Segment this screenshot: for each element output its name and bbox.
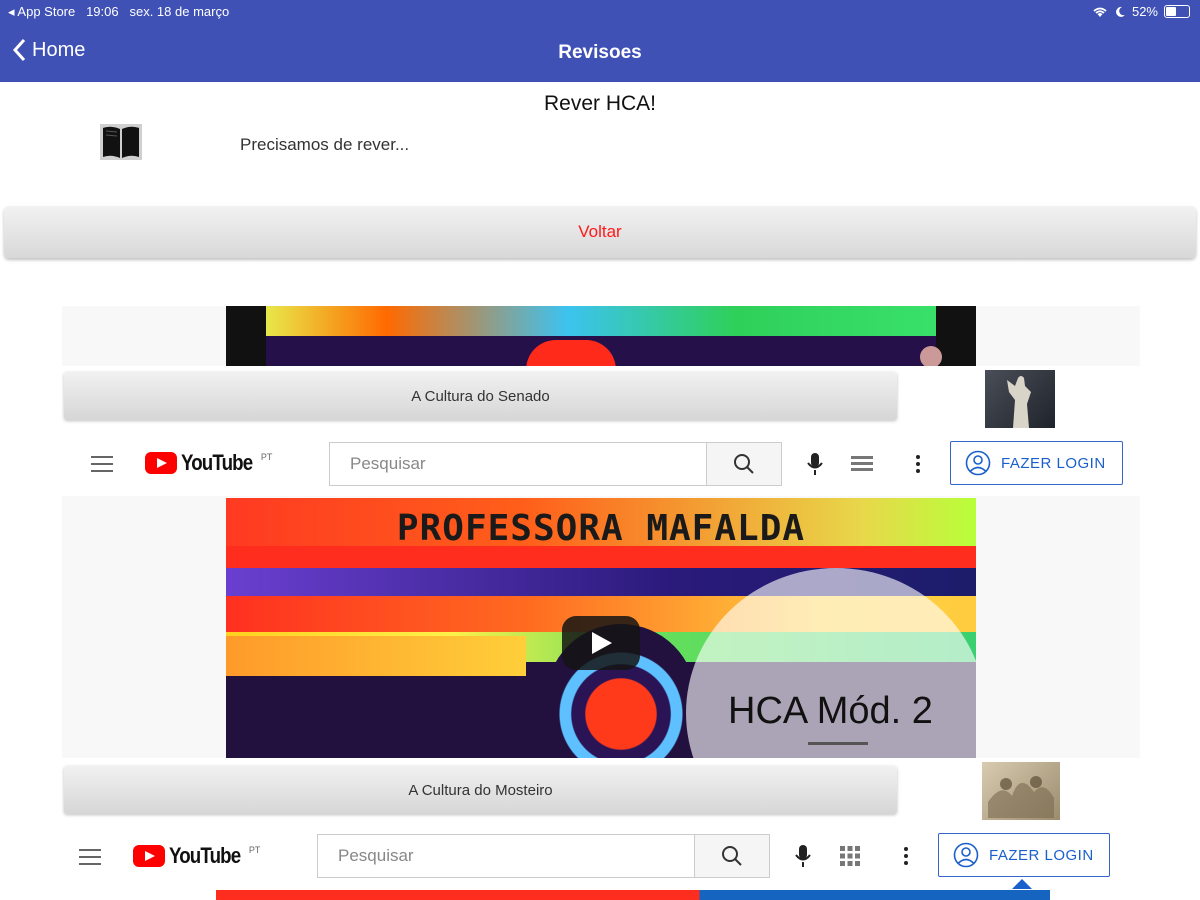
more-vert-icon bbox=[916, 455, 920, 473]
search-button[interactable] bbox=[706, 443, 781, 485]
battery-icon bbox=[1164, 5, 1190, 18]
moon-icon bbox=[1116, 6, 1125, 17]
apps-button[interactable] bbox=[847, 449, 877, 479]
youtube-wordmark: YouTube bbox=[169, 843, 241, 868]
user-circle-icon bbox=[953, 842, 979, 868]
voltar-button[interactable]: Voltar bbox=[4, 206, 1196, 258]
play-icon[interactable] bbox=[562, 616, 640, 670]
video-button-senado[interactable]: A Cultura do Senado bbox=[64, 372, 897, 420]
video-button-mosteiro[interactable]: A Cultura do Mosteiro bbox=[64, 766, 897, 814]
mic-icon bbox=[795, 845, 811, 867]
search-input[interactable] bbox=[330, 453, 706, 475]
nav-title: Revisoes bbox=[558, 42, 642, 63]
hamburger-icon[interactable] bbox=[91, 456, 113, 472]
login-label: FAZER LOGIN bbox=[989, 846, 1094, 864]
youtube-play-icon bbox=[133, 845, 165, 867]
status-carrier: ◂ App Store bbox=[8, 4, 76, 19]
youtube-country: PT bbox=[248, 845, 261, 855]
mic-button[interactable] bbox=[788, 841, 818, 871]
statue-thumbnail bbox=[985, 370, 1055, 428]
wifi-icon bbox=[1093, 7, 1107, 17]
more-vert-icon bbox=[904, 847, 908, 865]
video-title: PROFESSORA MAFALDA bbox=[396, 508, 806, 549]
login-label: FAZER LOGIN bbox=[1001, 454, 1106, 472]
mic-icon bbox=[807, 453, 823, 475]
status-date: sex. 18 de março bbox=[129, 4, 230, 19]
apps-button[interactable] bbox=[835, 841, 865, 871]
search-button[interactable] bbox=[694, 835, 769, 877]
hamburger-icon[interactable] bbox=[79, 849, 101, 865]
more-button[interactable] bbox=[903, 449, 933, 479]
video-thumbnail-2[interactable]: PROFESSORA MAFALDA HCA Mód. 2 bbox=[226, 498, 976, 758]
youtube-search bbox=[317, 834, 770, 878]
youtube-country: PT bbox=[260, 452, 273, 462]
status-time: 19:06 bbox=[86, 4, 119, 19]
youtube-play-icon bbox=[145, 452, 177, 474]
page-title: Rever HCA! bbox=[543, 92, 657, 115]
video-overlay-label: HCA Mód. 2 bbox=[728, 690, 933, 732]
nav-bar: ◂ App Store 19:06 sex. 18 de março 52% H… bbox=[0, 0, 1200, 82]
tooltip-arrow bbox=[1012, 879, 1032, 889]
grid-icon bbox=[840, 846, 860, 866]
status-right: 52% bbox=[1092, 4, 1190, 19]
search-icon bbox=[722, 846, 742, 866]
search-icon bbox=[734, 454, 754, 474]
search-input[interactable] bbox=[318, 845, 694, 867]
page-text: Precisamos de rever... bbox=[240, 135, 410, 154]
video-thumbnail-3[interactable] bbox=[216, 890, 1050, 900]
battery-percent: 52% bbox=[1131, 4, 1158, 19]
youtube-logo[interactable]: YouTube PT bbox=[133, 845, 260, 867]
video-thumbnail-1[interactable] bbox=[226, 306, 976, 366]
grid-icon bbox=[851, 456, 873, 471]
more-button[interactable] bbox=[891, 841, 921, 871]
login-button[interactable]: FAZER LOGIN bbox=[938, 833, 1110, 877]
youtube-search bbox=[329, 442, 782, 486]
mic-button[interactable] bbox=[800, 449, 830, 479]
manuscript-thumbnail bbox=[982, 762, 1060, 820]
youtube-logo[interactable]: YouTube PT bbox=[145, 452, 272, 474]
youtube-wordmark: YouTube bbox=[181, 450, 253, 475]
progress-indicator bbox=[808, 742, 868, 745]
user-circle-icon bbox=[965, 450, 991, 476]
status-left: ◂ App Store 19:06 sex. 18 de março bbox=[8, 4, 229, 20]
book-icon bbox=[100, 124, 142, 160]
login-button[interactable]: FAZER LOGIN bbox=[950, 441, 1123, 485]
